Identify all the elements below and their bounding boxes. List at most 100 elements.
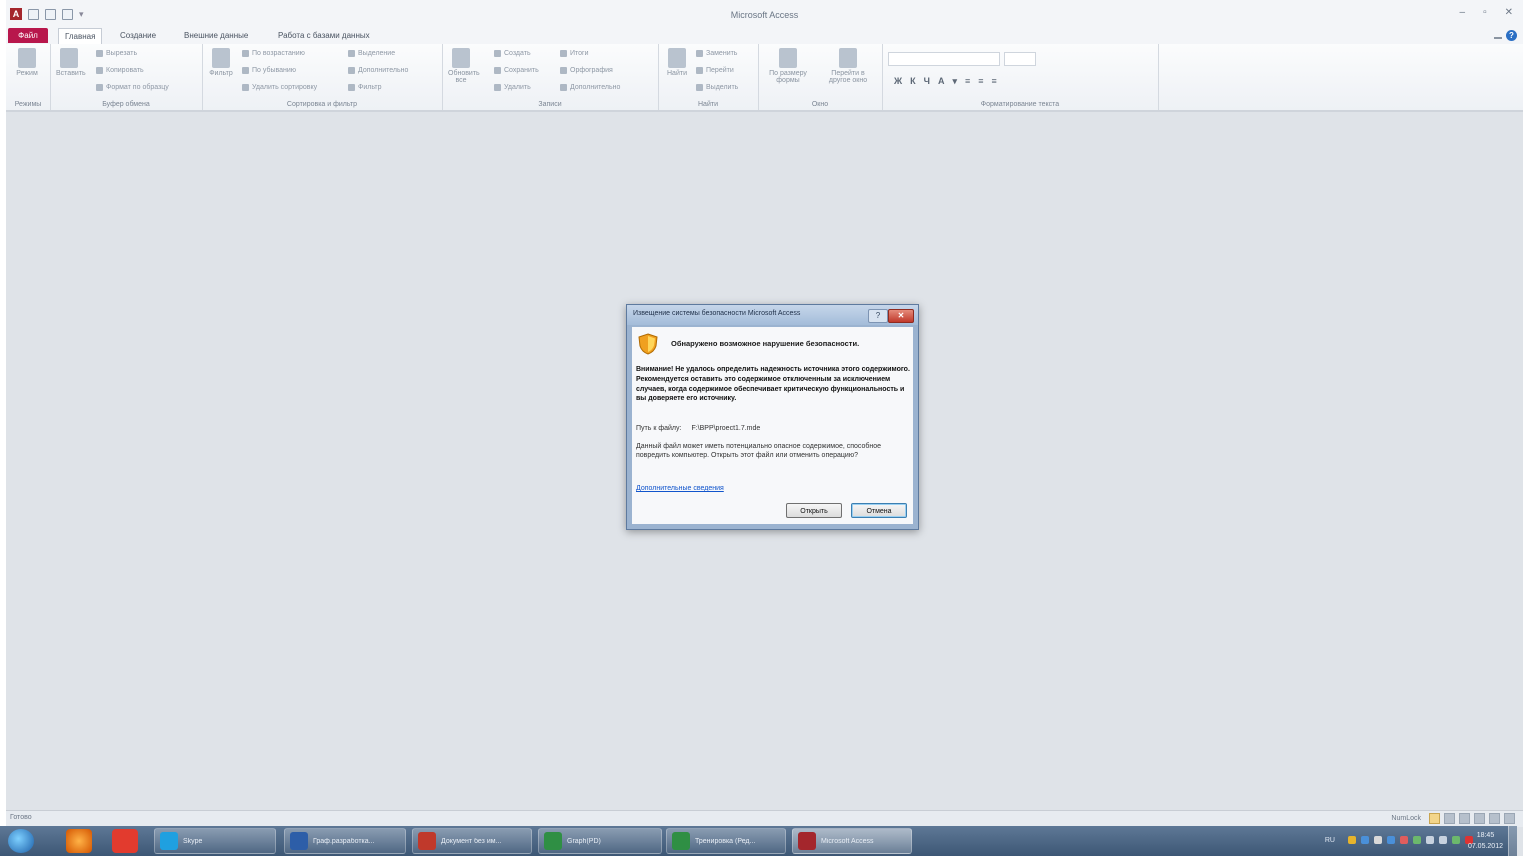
view-icon-4[interactable] [1474, 813, 1485, 824]
window-title: Microsoft Access [730, 10, 799, 20]
copy-button[interactable]: Копировать [96, 67, 144, 74]
font-color-icon[interactable]: A [938, 76, 945, 87]
group-text-formatting: Ж К Ч A ▾ ≡ ≡ ≡ Форматирование текста [882, 44, 1159, 110]
totals-button[interactable]: Итоги [560, 50, 589, 57]
find-button[interactable]: Найти [664, 48, 690, 77]
security-notice-dialog: Извещение системы безопасности Microsoft… [626, 304, 919, 530]
sort-ascending-button[interactable]: По возрастанию [242, 50, 305, 57]
italic-button[interactable]: К [910, 76, 916, 87]
tray-icon-1[interactable] [1348, 836, 1356, 844]
tab-home[interactable]: Главная [58, 28, 103, 44]
remove-sort-button[interactable]: Удалить сортировку [242, 84, 317, 91]
tray-icon-5[interactable] [1400, 836, 1408, 844]
delete-icon [494, 84, 501, 91]
taskbar-item-training[interactable]: Тренировка (Ред... [666, 828, 786, 854]
taskbar-item-skype[interactable]: Skype [154, 828, 276, 854]
save-record-button[interactable]: Сохранить [494, 67, 539, 74]
tray-icon-7[interactable] [1452, 836, 1460, 844]
clock[interactable]: 18:45 07.05.2012 [1468, 830, 1503, 852]
taskbar-item-word[interactable]: Граф.разработка... [284, 828, 406, 854]
clock-time: 18:45 [1476, 832, 1495, 839]
delete-record-button[interactable]: Удалить [494, 84, 531, 91]
view-button[interactable]: Режим [14, 48, 40, 77]
new-record-button[interactable]: Создать [494, 50, 531, 57]
tab-create[interactable]: Создание [114, 28, 162, 43]
cut-button[interactable]: Вырезать [96, 50, 137, 57]
taskbar: Skype Граф.разработка... Документ без им… [0, 826, 1517, 856]
tray-icon-6[interactable] [1413, 836, 1421, 844]
cancel-button[interactable]: Отмена [851, 503, 907, 518]
more-records-button[interactable]: Дополнительно [560, 84, 620, 91]
font-size-select[interactable] [1004, 52, 1036, 66]
tray-icon-2[interactable] [1361, 836, 1369, 844]
highlight-icon[interactable]: ▾ [952, 76, 957, 87]
firefox-icon[interactable] [66, 829, 92, 853]
start-button[interactable] [8, 829, 34, 853]
sort-asc-icon [242, 50, 249, 57]
show-desktop-button[interactable] [1508, 826, 1517, 856]
view-icon-5[interactable] [1489, 813, 1500, 824]
help-icon[interactable]: ? [1506, 30, 1517, 41]
tab-database-tools[interactable]: Работа с базами данных [272, 28, 376, 43]
goto-button[interactable]: Перейти [696, 67, 734, 74]
underline-button[interactable]: Ч [924, 76, 930, 87]
align-right-icon[interactable]: ≡ [992, 76, 997, 87]
format-buttons: Ж К Ч A ▾ ≡ ≡ ≡ [894, 76, 997, 87]
dialog-title: Извещение системы безопасности Microsoft… [633, 310, 801, 317]
group-label-find: Найти [698, 101, 718, 108]
font-family-select[interactable] [888, 52, 1000, 66]
fit-to-form-button[interactable]: По размеру формы [766, 48, 810, 84]
dialog-note-text: Данный файл может иметь потенциально опа… [636, 443, 882, 459]
replace-button[interactable]: Заменить [696, 50, 737, 57]
minimize-icon[interactable]: – [1460, 7, 1466, 18]
language-indicator[interactable]: RU [1325, 837, 1335, 844]
title-bar: A ▾ Microsoft Access – ▫ ✕ [6, 0, 1523, 28]
more-info-link[interactable]: Дополнительные сведения [636, 485, 724, 492]
open-button[interactable]: Открыть [786, 503, 842, 518]
spelling-button[interactable]: Орфография [560, 67, 613, 74]
sort-desc-icon [242, 67, 249, 74]
selection-icon [348, 50, 355, 57]
sort-descending-button[interactable]: По убыванию [242, 67, 296, 74]
tray-icon-4[interactable] [1387, 836, 1395, 844]
close-window-icon[interactable]: ✕ [1505, 7, 1513, 18]
clock-date: 07.05.2012 [1467, 843, 1503, 850]
ribbon: Режим Режимы Вставить Вырезать Копироват… [6, 44, 1523, 111]
security-shield-icon [638, 333, 658, 355]
view-icon-1[interactable] [1429, 813, 1440, 824]
tab-file[interactable]: Файл [8, 28, 48, 43]
tab-external-data[interactable]: Внешние данные [178, 28, 254, 43]
align-center-icon[interactable]: ≡ [978, 76, 983, 87]
network-icon[interactable] [1426, 836, 1434, 844]
format-painter-button[interactable]: Формат по образцу [96, 84, 169, 91]
view-icon-2[interactable] [1444, 813, 1455, 824]
filter-button[interactable]: Фильтр [208, 48, 234, 77]
refresh-all-button[interactable]: Обновить все [448, 48, 480, 84]
paste-button[interactable]: Вставить [56, 48, 86, 77]
taskbar-item-doc[interactable]: Документ без им... [412, 828, 532, 854]
access-window: A ▾ Microsoft Access – ▫ ✕ Файл Главная … [6, 0, 1523, 856]
new-record-icon [494, 50, 501, 57]
tray-icon-3[interactable] [1374, 836, 1382, 844]
advanced-filter-button[interactable]: Дополнительно [348, 67, 408, 74]
window-controls: – ▫ ✕ [1460, 7, 1514, 18]
view-icon-6[interactable] [1504, 813, 1515, 824]
dialog-help-button[interactable]: ? [868, 309, 888, 323]
maximize-icon[interactable]: ▫ [1483, 7, 1487, 18]
group-label-sort-filter: Сортировка и фильтр [286, 101, 358, 108]
selection-button[interactable]: Выделение [348, 50, 395, 57]
taskbar-item-access[interactable]: Microsoft Access [792, 828, 912, 854]
dialog-close-button[interactable]: ✕ [888, 309, 914, 323]
minimize-ribbon-icon[interactable] [1494, 36, 1502, 39]
volume-icon[interactable] [1439, 836, 1447, 844]
align-left-icon[interactable]: ≡ [965, 76, 970, 87]
select-button[interactable]: Выделить [696, 84, 738, 91]
switch-window-button[interactable]: Перейти в другое окно [822, 48, 874, 84]
toggle-filter-button[interactable]: Фильтр [348, 84, 382, 91]
copy-icon [96, 67, 103, 74]
taskbar-item-graph[interactable]: Graph(PD) [538, 828, 662, 854]
view-icon-3[interactable] [1459, 813, 1470, 824]
yandex-icon[interactable] [112, 829, 138, 853]
group-views: Режим Режимы [6, 44, 51, 110]
bold-button[interactable]: Ж [894, 76, 902, 87]
